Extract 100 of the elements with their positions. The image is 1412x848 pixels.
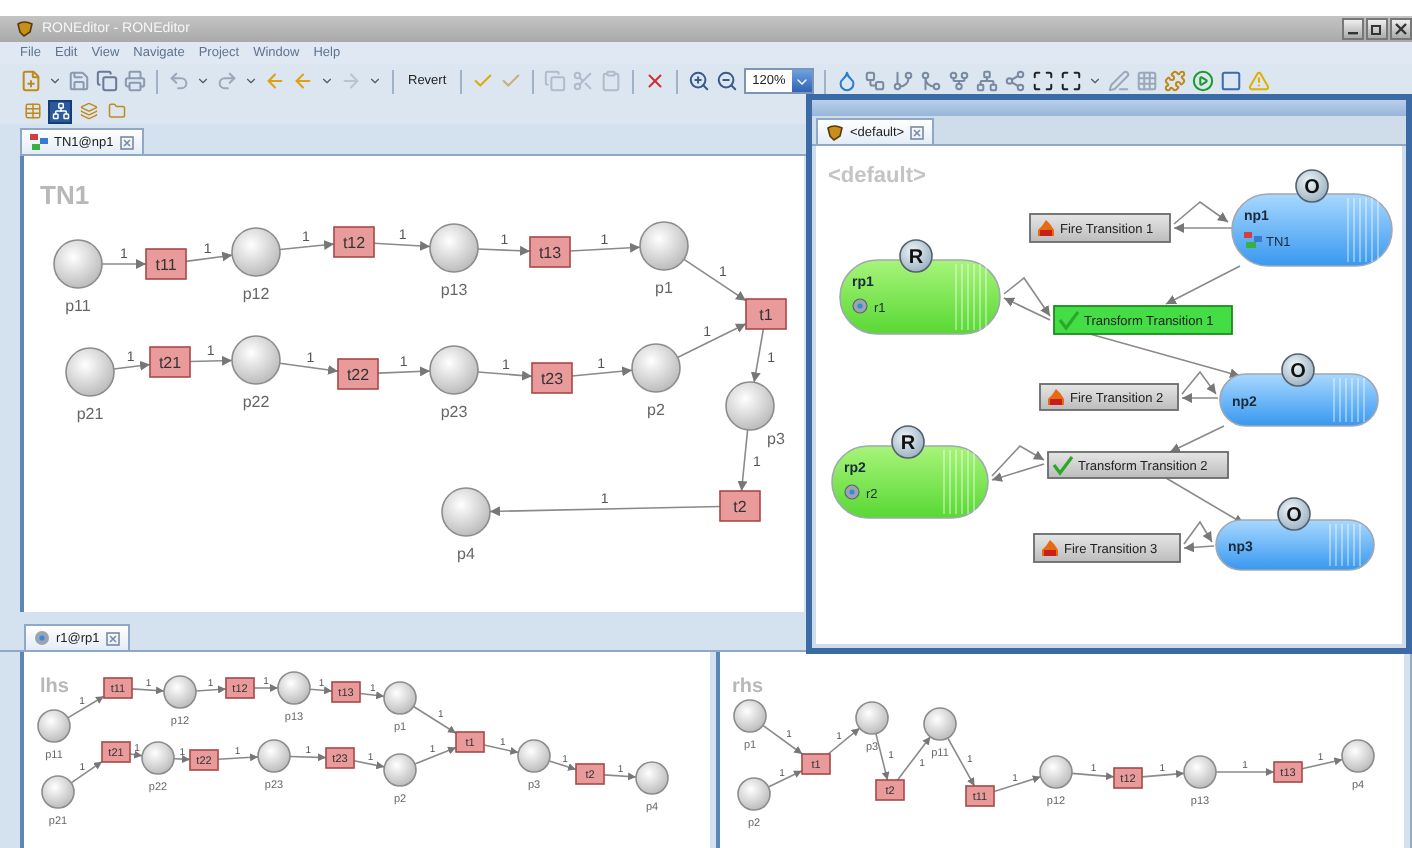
arc-arrow bbox=[309, 686, 333, 695]
puzzle-icon[interactable] bbox=[1163, 70, 1186, 92]
place-node bbox=[855, 701, 889, 735]
net-icon bbox=[30, 134, 48, 150]
place-label: p4 bbox=[457, 545, 475, 564]
arc-arrow bbox=[217, 753, 259, 762]
arc-arrow bbox=[477, 370, 533, 381]
droplet-icon[interactable] bbox=[835, 70, 858, 92]
view-toggle[interactable] bbox=[48, 99, 72, 123]
expand-icon[interactable] bbox=[1031, 70, 1054, 92]
view-toggle[interactable] bbox=[104, 99, 128, 123]
dropdown-button[interactable] bbox=[791, 70, 812, 92]
place-node bbox=[737, 777, 771, 811]
transition-node: t23 bbox=[531, 362, 573, 394]
app-logo-icon bbox=[826, 123, 844, 141]
arc-arrow bbox=[1165, 477, 1245, 525]
workflow-icon[interactable] bbox=[863, 70, 886, 92]
caret-icon[interactable] bbox=[1087, 74, 1102, 88]
caret-icon[interactable] bbox=[48, 74, 62, 88]
arc-arrow bbox=[1169, 425, 1225, 453]
arc-arrow bbox=[185, 251, 233, 263]
place-node bbox=[725, 381, 775, 431]
place-label: p21 bbox=[76, 405, 104, 424]
arc-arrow bbox=[373, 240, 431, 251]
loop-arc bbox=[991, 445, 1045, 482]
arc-arrow bbox=[1301, 757, 1344, 770]
net-title: lhs bbox=[40, 676, 69, 698]
view-toggle[interactable] bbox=[20, 99, 44, 123]
arc-arrow bbox=[548, 760, 577, 771]
place-label: p12 bbox=[242, 285, 270, 304]
net-title: <default> bbox=[828, 164, 926, 188]
merge-icon[interactable] bbox=[919, 70, 942, 92]
place-node bbox=[41, 775, 75, 809]
check-icon[interactable] bbox=[500, 70, 523, 92]
restore-button[interactable] bbox=[1366, 18, 1388, 40]
transition-node: t13 bbox=[529, 236, 571, 268]
zoom-in-icon[interactable] bbox=[688, 70, 711, 92]
arc-arrow bbox=[66, 695, 105, 719]
caret-icon[interactable] bbox=[320, 74, 334, 88]
play-icon[interactable] bbox=[1191, 70, 1214, 92]
place-node bbox=[429, 345, 479, 395]
place-label: p3 bbox=[767, 430, 785, 448]
close-icon[interactable] bbox=[105, 631, 120, 645]
transition-node: t21 bbox=[149, 346, 191, 378]
arc-arrow bbox=[483, 744, 520, 755]
save-icon[interactable] bbox=[68, 70, 90, 92]
flame-icon bbox=[1038, 220, 1054, 236]
network-icon[interactable] bbox=[975, 70, 998, 92]
branch-icon[interactable] bbox=[891, 70, 914, 92]
close-icon[interactable] bbox=[910, 125, 925, 139]
minimize-button[interactable] bbox=[1342, 18, 1364, 40]
paste-icon[interactable] bbox=[600, 70, 623, 92]
zoom-out-icon[interactable] bbox=[716, 70, 739, 92]
place-node bbox=[733, 699, 767, 733]
view-toggle[interactable] bbox=[76, 99, 100, 123]
place-node bbox=[1341, 739, 1375, 773]
arc-arrow bbox=[767, 769, 803, 788]
type-badge: O bbox=[1295, 169, 1329, 203]
cut-icon[interactable] bbox=[572, 70, 595, 92]
place-node bbox=[517, 739, 551, 773]
stop-icon[interactable] bbox=[1219, 70, 1242, 92]
caret-icon[interactable] bbox=[368, 74, 382, 88]
arc-arrow bbox=[131, 686, 165, 695]
place-node bbox=[257, 739, 291, 773]
print-icon[interactable] bbox=[124, 70, 146, 92]
loop-arc bbox=[1173, 201, 1233, 233]
check-icon[interactable] bbox=[472, 70, 495, 92]
arc-arrow bbox=[101, 259, 147, 269]
arc-arrow bbox=[569, 242, 641, 253]
caret-icon[interactable] bbox=[196, 74, 210, 88]
arc-arrow bbox=[289, 753, 327, 762]
save-all-icon[interactable] bbox=[96, 70, 118, 92]
place-label: p11 bbox=[65, 297, 91, 316]
net-title: TN1 bbox=[40, 180, 90, 210]
caret-icon[interactable] bbox=[244, 74, 258, 88]
arc-arrow bbox=[1071, 772, 1115, 781]
arc-arrow bbox=[1215, 768, 1275, 776]
place-node bbox=[231, 335, 281, 385]
place-node bbox=[383, 753, 417, 787]
place-node bbox=[163, 675, 197, 709]
expand-icon[interactable] bbox=[1059, 70, 1082, 92]
arc-arrow bbox=[359, 691, 385, 700]
arc-arrow bbox=[377, 366, 431, 377]
place-node bbox=[635, 761, 669, 795]
arc-arrow bbox=[70, 760, 103, 784]
copy-icon[interactable] bbox=[544, 70, 567, 92]
place-node bbox=[231, 227, 281, 277]
fork-icon[interactable] bbox=[947, 70, 970, 92]
close-button[interactable] bbox=[1390, 18, 1412, 40]
arc-arrow bbox=[353, 760, 386, 770]
arc-arrow bbox=[896, 735, 932, 781]
arc-arrow bbox=[414, 746, 457, 765]
loop-arc bbox=[1183, 520, 1215, 553]
delete-icon[interactable] bbox=[644, 70, 667, 92]
arc-arrow bbox=[827, 727, 861, 755]
close-icon[interactable] bbox=[119, 135, 134, 149]
grid-icon[interactable] bbox=[1135, 70, 1158, 92]
new-file-icon[interactable] bbox=[20, 70, 42, 92]
arc-arrow bbox=[676, 323, 747, 359]
net-title: rhs bbox=[732, 676, 764, 698]
